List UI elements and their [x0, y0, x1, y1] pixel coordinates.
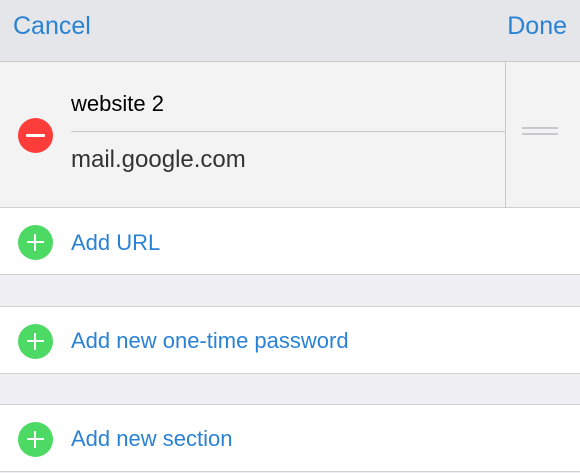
add-otp-row[interactable]: Add new one-time password	[0, 306, 580, 374]
reorder-separator	[505, 62, 506, 208]
field-divider	[71, 131, 505, 132]
done-button[interactable]: Done	[507, 12, 567, 41]
add-url-row[interactable]: Add URL	[0, 208, 580, 275]
navigation-bar: Cancel Done	[0, 0, 580, 62]
cancel-button[interactable]: Cancel	[13, 12, 91, 41]
add-url-label: Add URL	[71, 230, 161, 255]
add-section-label: Add new section	[71, 426, 233, 451]
reorder-handle-icon[interactable]	[522, 127, 558, 141]
delete-icon[interactable]	[18, 118, 53, 153]
add-icon	[18, 324, 53, 359]
field-label[interactable]: website 2	[71, 91, 164, 117]
add-icon	[18, 225, 53, 260]
add-otp-label: Add new one-time password	[71, 328, 349, 353]
add-section-row[interactable]: Add new section	[0, 404, 580, 472]
add-icon	[18, 422, 53, 457]
website-field-row	[0, 62, 580, 208]
url-field[interactable]: mail.google.com	[71, 146, 246, 174]
